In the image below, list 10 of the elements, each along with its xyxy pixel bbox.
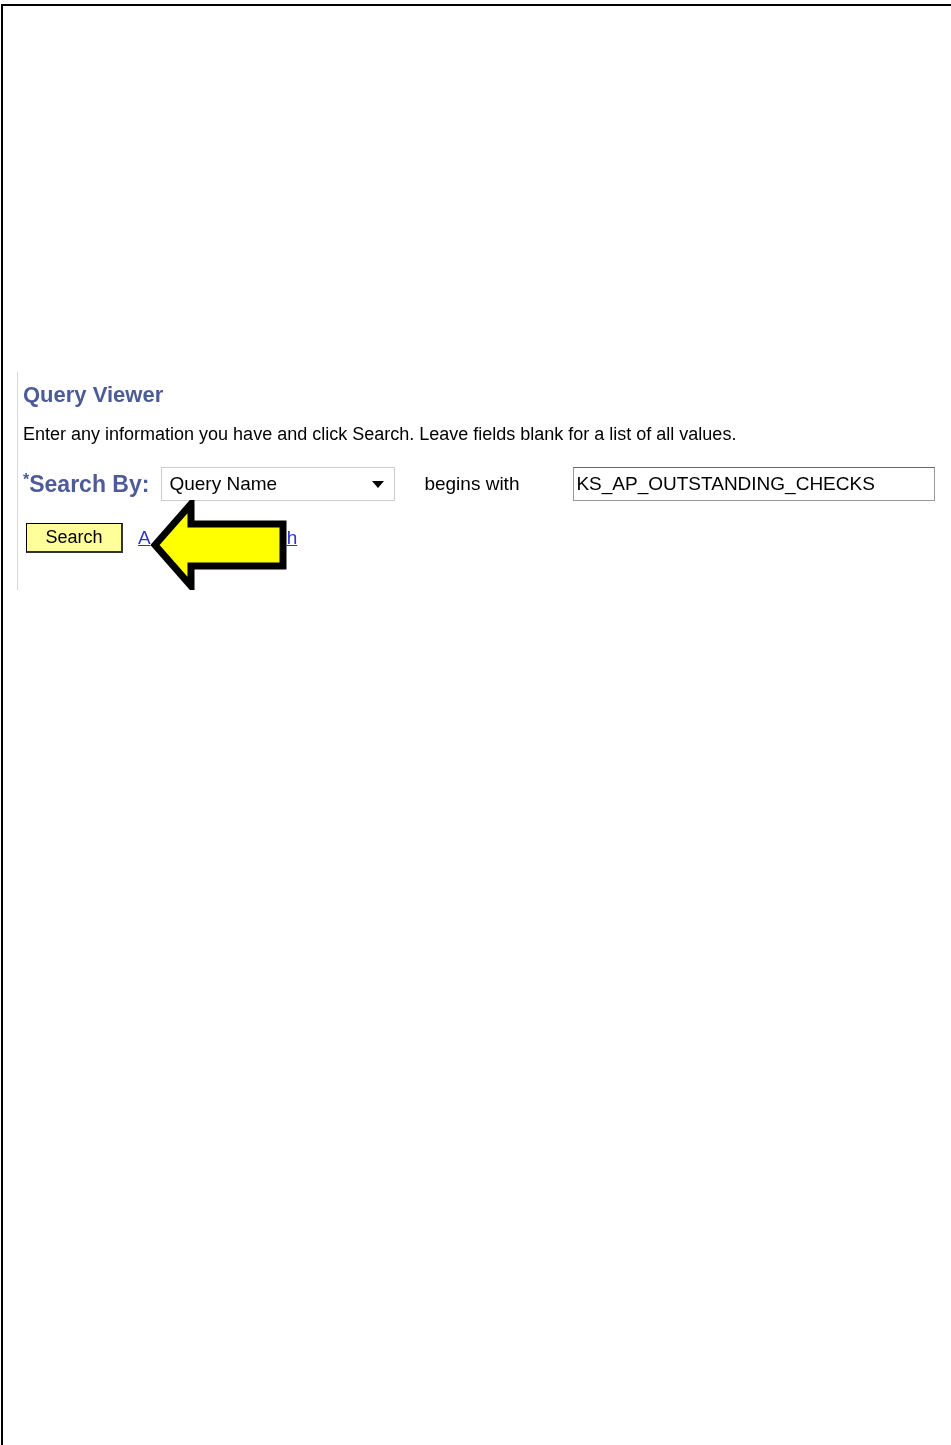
search-button[interactable]: Search <box>26 523 123 553</box>
advanced-search-link[interactable]: A <box>138 527 151 549</box>
search-by-label: *Search By: <box>23 470 150 498</box>
operator-label: begins with <box>424 473 521 495</box>
dropdown-caret-icon <box>372 480 385 488</box>
search-by-dropdown[interactable]: Query Name <box>161 467 396 501</box>
query-name-field[interactable]: KS_AP_OUTSTANDING_CHECKS <box>573 467 936 501</box>
instructions-text: Enter any information you have and click Search. Leave fields blank for a list of all values. <box>23 424 738 445</box>
page-title: Query Viewer <box>23 382 164 408</box>
advanced-search-link[interactable]: h <box>286 527 298 549</box>
